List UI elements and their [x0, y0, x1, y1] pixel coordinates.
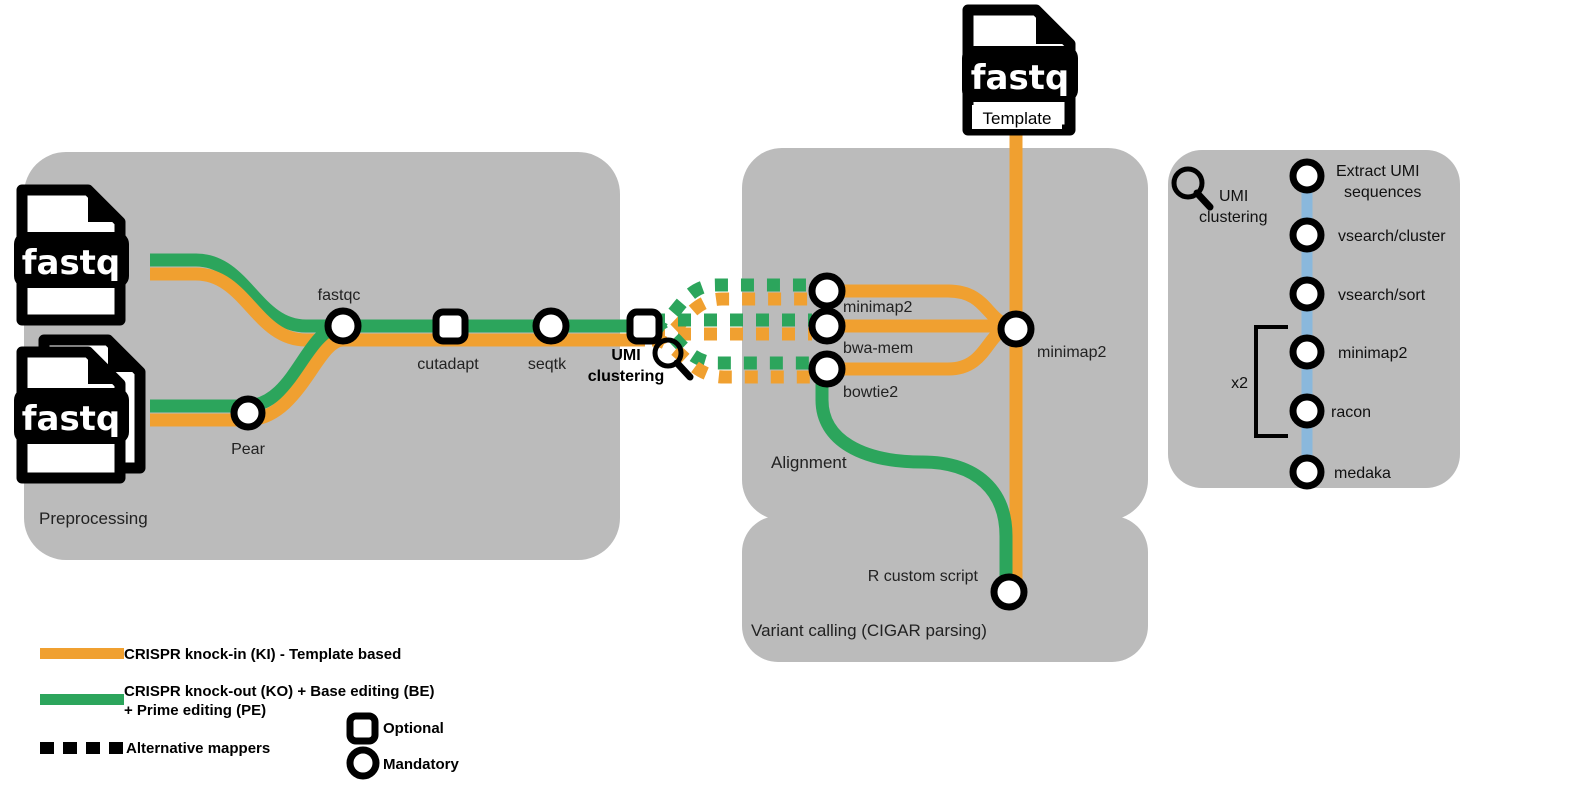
umi-step-racon-label: racon — [1331, 404, 1371, 421]
umi-step-medaka[interactable] — [1289, 454, 1325, 490]
node-fastqc[interactable] — [324, 307, 362, 345]
node-pear[interactable] — [230, 395, 266, 431]
node-seqtk[interactable] — [532, 307, 570, 345]
umi-step-minimap2-label: minimap2 — [1338, 345, 1407, 362]
legend-mandatory-icon — [346, 746, 380, 780]
fastq-template-label: fastq — [971, 58, 1070, 98]
umi-step-minimap2[interactable] — [1289, 334, 1325, 370]
pipeline-diagram: fastq fastq fastq Template Pear fastqc c… — [0, 0, 1584, 794]
node-cutadapt-label: cutadapt — [417, 356, 479, 373]
legend-dashed-swatch — [40, 742, 123, 754]
fastq-paired-icon: fastq — [14, 334, 146, 484]
umi-inset-magnifier-icon — [1171, 166, 1214, 211]
node-cutadapt[interactable] — [432, 308, 469, 345]
legend-optional-label: Optional — [383, 720, 444, 737]
node-fastqc-label: fastqc — [318, 287, 361, 304]
fastq-single-icon: fastq — [14, 184, 129, 326]
umi-step-extract-umi-label-line1: Extract UMI — [1336, 163, 1420, 180]
node-seqtk-label: seqtk — [528, 356, 567, 373]
node-pear-label: Pear — [231, 441, 265, 458]
node-bwa-mem-label: bwa-mem — [843, 340, 913, 357]
legend-ko-label-line1: CRISPR knock-out (KO) + Base editing (BE… — [124, 683, 434, 700]
legend-ki-swatch — [40, 648, 124, 659]
node-umi-clustering-label-line2: clustering — [588, 368, 664, 385]
panel-alignment-label: Alignment — [771, 453, 847, 472]
node-umi-clustering[interactable] — [626, 308, 663, 345]
legend-ko-swatch — [40, 694, 124, 705]
node-minimap2[interactable] — [808, 272, 846, 310]
umi-step-vsearch-sort-label: vsearch/sort — [1338, 287, 1426, 304]
node-minimap2-template-label: minimap2 — [1037, 344, 1106, 361]
fastq-single-label: fastq — [22, 243, 121, 283]
legend-dashed-label: Alternative mappers — [126, 740, 270, 757]
legend-optional-icon — [346, 712, 379, 745]
node-bowtie2-label: bowtie2 — [843, 384, 898, 401]
legend-ki-label: CRISPR knock-in (KI) - Template based — [124, 646, 401, 663]
panel-variant-calling-label: Variant calling (CIGAR parsing) — [751, 621, 987, 640]
node-minimap2-label: minimap2 — [843, 299, 912, 316]
umi-step-medaka-label: medaka — [1334, 465, 1391, 482]
node-r-custom-script-label: R custom script — [868, 568, 979, 585]
node-bwa-mem[interactable] — [808, 307, 846, 345]
diagram-overlay: fastq fastq fastq Template Pear fastqc c… — [14, 4, 1446, 780]
fastq-template-sublabel: Template — [983, 109, 1052, 128]
umi-step-racon[interactable] — [1289, 393, 1325, 429]
umi-step-vsearch-cluster-label: vsearch/cluster — [1338, 228, 1446, 245]
umi-step-vsearch-sort[interactable] — [1289, 276, 1325, 312]
legend-mandatory-label: Mandatory — [383, 756, 460, 773]
umi-inset-icon-label-line1: UMI — [1219, 188, 1248, 205]
panel-preprocessing-label: Preprocessing — [39, 509, 148, 528]
fastq-paired-label: fastq — [22, 399, 121, 439]
node-umi-clustering-label-line1: UMI — [611, 347, 640, 364]
fastq-template-icon: fastq Template — [962, 4, 1078, 136]
node-minimap2-template[interactable] — [997, 310, 1035, 348]
umi-step-vsearch-cluster[interactable] — [1289, 217, 1325, 253]
node-r-custom-script[interactable] — [990, 573, 1028, 611]
legend-ko-label-line2: + Prime editing (PE) — [124, 702, 266, 719]
umi-inset-icon-label-line2: clustering — [1199, 209, 1267, 226]
umi-inset-repeat-label: x2 — [1231, 375, 1248, 392]
umi-step-extract-umi[interactable] — [1289, 158, 1325, 194]
node-bowtie2[interactable] — [808, 350, 846, 388]
umi-step-extract-umi-label-line2: sequences — [1344, 184, 1421, 201]
